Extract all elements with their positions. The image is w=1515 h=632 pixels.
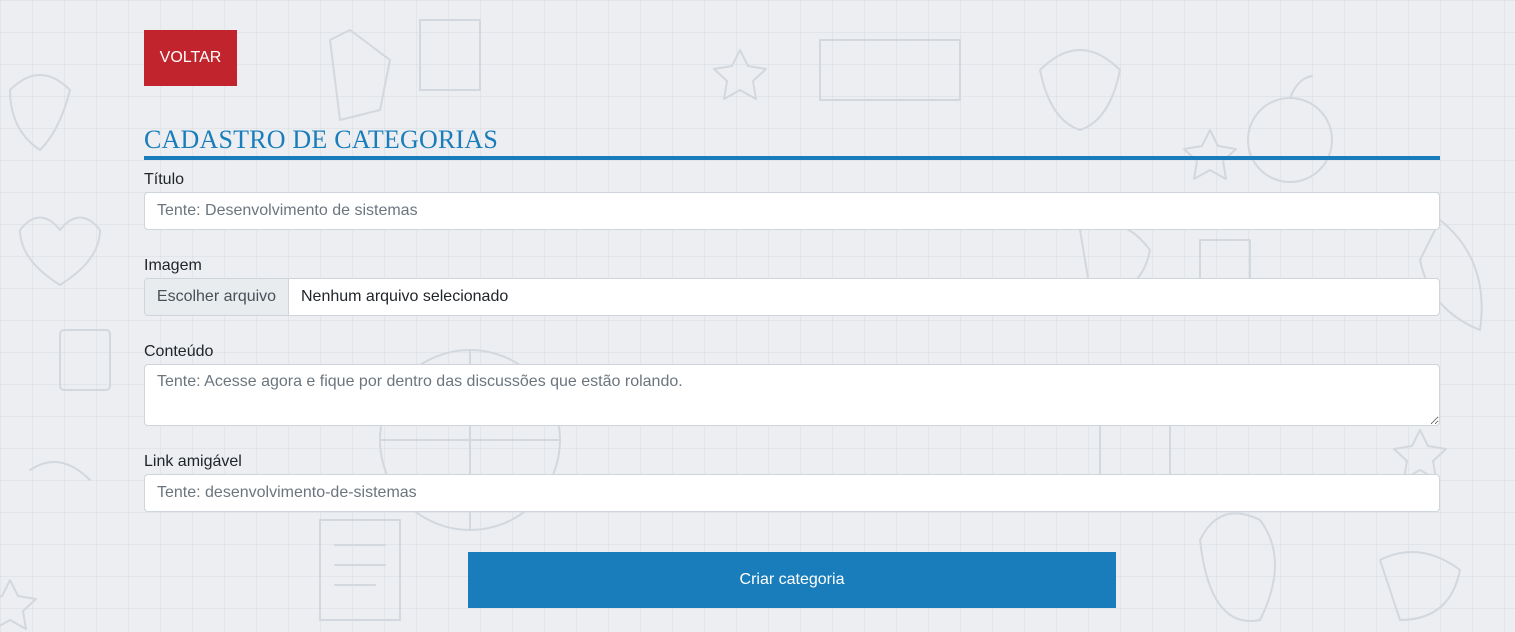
title-input[interactable] [144,192,1440,230]
link-label: Link amigável [144,453,242,470]
image-label: Imagem [144,257,202,274]
page-title: CADASTRO DE CATEGORIAS [144,125,498,154]
back-button[interactable]: VOLTAR [144,30,237,86]
link-input[interactable] [144,474,1440,512]
content-label: Conteúdo [144,343,214,360]
title-label: Título [144,171,185,188]
content-textarea[interactable] [144,364,1440,426]
page-header: CADASTRO DE CATEGORIAS [144,124,1440,160]
image-file-input[interactable]: Escolher arquivo Nenhum arquivo selecion… [144,278,1440,316]
choose-file-button[interactable]: Escolher arquivo [145,279,289,315]
file-status-text: Nenhum arquivo selecionado [301,288,509,305]
create-category-button[interactable]: Criar categoria [468,552,1116,608]
doodle-background [0,19,1483,630]
